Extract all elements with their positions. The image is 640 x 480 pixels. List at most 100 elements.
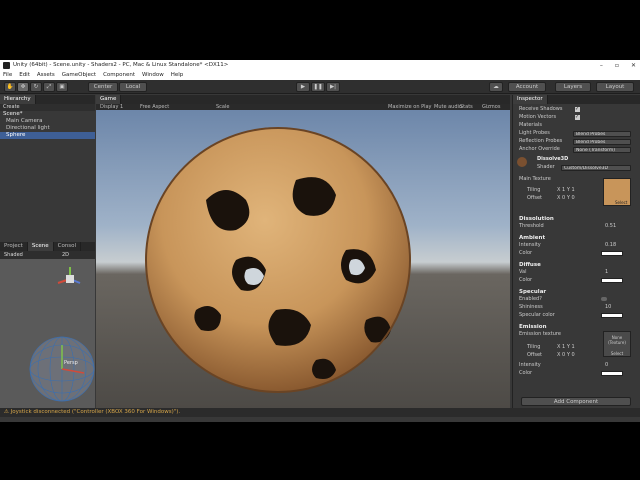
scene-view-panel: Project Scene Consol Shaded 2D Persp xyxy=(0,242,95,408)
tiling-x-value[interactable]: 1 xyxy=(562,187,565,193)
inspector-panel: Inspector Receive Shadows ✓ Motion Vecto… xyxy=(512,95,640,409)
material-name: Dissolve3D xyxy=(537,156,569,162)
emission-texture-slot[interactable]: None (Texture) Select xyxy=(603,331,631,357)
status-message[interactable]: Joystick disconnected ("Controller (XBOX… xyxy=(11,409,180,415)
offset-y-value[interactable]: 0 xyxy=(571,195,574,201)
title-bar: Unity (64bit) - Scene.unity - Shaders2 -… xyxy=(0,60,640,71)
scene-gizmo-view[interactable] xyxy=(0,259,95,408)
emission-tiling-y-label: Y xyxy=(566,344,570,350)
light-probes-dropdown[interactable]: Blend Probes xyxy=(573,131,631,137)
minimize-icon[interactable]: – xyxy=(600,60,603,71)
tab-console[interactable]: Consol xyxy=(54,242,82,251)
menu-gameobject[interactable]: GameObject xyxy=(62,71,96,80)
window-title: Unity (64bit) - Scene.unity - Shaders2 -… xyxy=(13,62,229,68)
cloud-icon[interactable]: ☁ xyxy=(489,82,503,92)
menu-component[interactable]: Component xyxy=(103,71,135,80)
menu-help[interactable]: Help xyxy=(171,71,184,80)
emission-offset-x-label: X xyxy=(557,352,561,358)
tab-game[interactable]: Game xyxy=(96,95,122,104)
anchor-override-label: Anchor Override xyxy=(519,146,560,152)
emission-intensity-label: Intensity xyxy=(519,362,541,368)
ambient-color-label: Color xyxy=(519,250,533,256)
tab-inspector[interactable]: Inspector xyxy=(513,95,548,104)
motion-vectors-checkbox[interactable]: ✓ xyxy=(575,115,580,120)
diffuse-val-label: Val xyxy=(519,269,527,275)
warning-icon: ⚠ xyxy=(4,409,9,415)
shading-mode-dropdown[interactable]: Shaded xyxy=(4,252,23,258)
emission-offset-y-label: Y xyxy=(566,352,570,358)
emission-select-button[interactable]: Select xyxy=(604,351,630,356)
emission-offset-y-value[interactable]: 0 xyxy=(571,352,574,358)
ambient-header: Ambient xyxy=(519,235,546,241)
anchor-override-field[interactable]: None (Transform) xyxy=(573,147,631,153)
layers-dropdown[interactable]: Layers xyxy=(555,82,591,92)
threshold-label: Threshold xyxy=(519,223,544,229)
main-toolbar: ✋ ✥ ↻ ⤢ ▣ Center Local ▶ ❚❚ ▶| ☁ Account… xyxy=(0,80,640,94)
threshold-value[interactable]: 0.51 xyxy=(605,223,616,230)
tab-project[interactable]: Project xyxy=(0,242,28,251)
layout-dropdown[interactable]: Layout xyxy=(596,82,634,92)
menu-window[interactable]: Window xyxy=(142,71,164,80)
hand-tool-icon[interactable]: ✋ xyxy=(4,82,16,92)
emission-color-label: Color xyxy=(519,370,533,376)
emission-tiling-y-value[interactable]: 1 xyxy=(571,344,574,350)
pause-icon[interactable]: ❚❚ xyxy=(311,82,325,92)
specular-enabled-toggle[interactable] xyxy=(601,297,607,301)
specular-color-label: Specular color xyxy=(519,312,555,318)
move-tool-icon[interactable]: ✥ xyxy=(17,82,29,92)
emission-color-swatch[interactable] xyxy=(601,371,623,376)
tiling-label: Tiling xyxy=(527,187,541,193)
tab-scene[interactable]: Scene xyxy=(27,242,54,251)
close-icon[interactable]: ✕ xyxy=(631,60,636,71)
diffuse-val-value[interactable]: 1 xyxy=(605,269,608,276)
emission-tiling-x-value[interactable]: 1 xyxy=(562,344,565,350)
pivot-local-button[interactable]: Local xyxy=(119,82,147,92)
reflection-probes-label: Reflection Probes xyxy=(519,138,563,144)
hierarchy-item-directional-light[interactable]: Directional light xyxy=(0,125,95,132)
dissolution-header: Dissolution xyxy=(519,216,554,222)
play-icon[interactable]: ▶ xyxy=(296,82,310,92)
tiling-y-label: Y xyxy=(566,187,570,193)
hierarchy-create-button[interactable]: Create xyxy=(0,104,95,111)
account-dropdown[interactable]: Account xyxy=(508,82,546,92)
receive-shadows-label: Receive Shadows xyxy=(519,106,563,112)
scale-tool-icon[interactable]: ⤢ xyxy=(43,82,55,92)
diffuse-color-swatch[interactable] xyxy=(601,278,623,283)
emission-header: Emission xyxy=(519,324,547,330)
reflection-probes-dropdown[interactable]: Blend Probes xyxy=(573,139,631,145)
add-component-button[interactable]: Add Component xyxy=(521,397,631,406)
rotate-tool-icon[interactable]: ↻ xyxy=(30,82,42,92)
emission-offset-x-value[interactable]: 0 xyxy=(562,352,565,358)
diffuse-header: Diffuse xyxy=(519,262,541,268)
tiling-y-value[interactable]: 1 xyxy=(571,187,574,193)
pivot-center-button[interactable]: Center xyxy=(88,82,118,92)
receive-shadows-checkbox[interactable]: ✓ xyxy=(575,107,580,112)
ambient-intensity-value[interactable]: 0.18 xyxy=(605,242,616,249)
maximize-icon[interactable]: ▫ xyxy=(615,60,619,71)
tiling-x-label: X xyxy=(557,187,561,193)
emission-intensity-value[interactable]: 0 xyxy=(605,362,608,369)
ambient-intensity-label: Intensity xyxy=(519,242,541,248)
light-probes-label: Light Probes xyxy=(519,130,550,136)
ambient-color-swatch[interactable] xyxy=(601,251,623,256)
menu-assets[interactable]: Assets xyxy=(37,71,55,80)
offset-x-value[interactable]: 0 xyxy=(562,195,565,201)
menu-file[interactable]: File xyxy=(3,71,12,80)
main-texture-label: Main Texture xyxy=(519,176,551,182)
shader-dropdown[interactable]: Custom/Dissolve3D xyxy=(561,165,631,171)
specular-color-swatch[interactable] xyxy=(601,313,623,318)
motion-vectors-label: Motion Vectors xyxy=(519,114,557,120)
materials-foldout[interactable]: Materials xyxy=(519,122,542,129)
hierarchy-item-main-camera[interactable]: Main Camera xyxy=(0,118,95,125)
step-icon[interactable]: ▶| xyxy=(326,82,340,92)
game-viewport[interactable]: Display 1 Free Aspect Scale Maximize on … xyxy=(96,104,510,408)
scene-root[interactable]: Scene* xyxy=(0,111,95,118)
rect-tool-icon[interactable]: ▣ xyxy=(56,82,68,92)
material-preview-icon xyxy=(517,157,527,167)
main-texture-select-button[interactable]: Select xyxy=(615,200,627,205)
menu-edit[interactable]: Edit xyxy=(19,71,30,80)
hierarchy-item-sphere[interactable]: Sphere xyxy=(0,132,95,139)
shininess-value[interactable]: 10 xyxy=(605,304,611,311)
2d-toggle[interactable]: 2D xyxy=(62,251,69,259)
tab-hierarchy[interactable]: Hierarchy xyxy=(0,95,36,104)
